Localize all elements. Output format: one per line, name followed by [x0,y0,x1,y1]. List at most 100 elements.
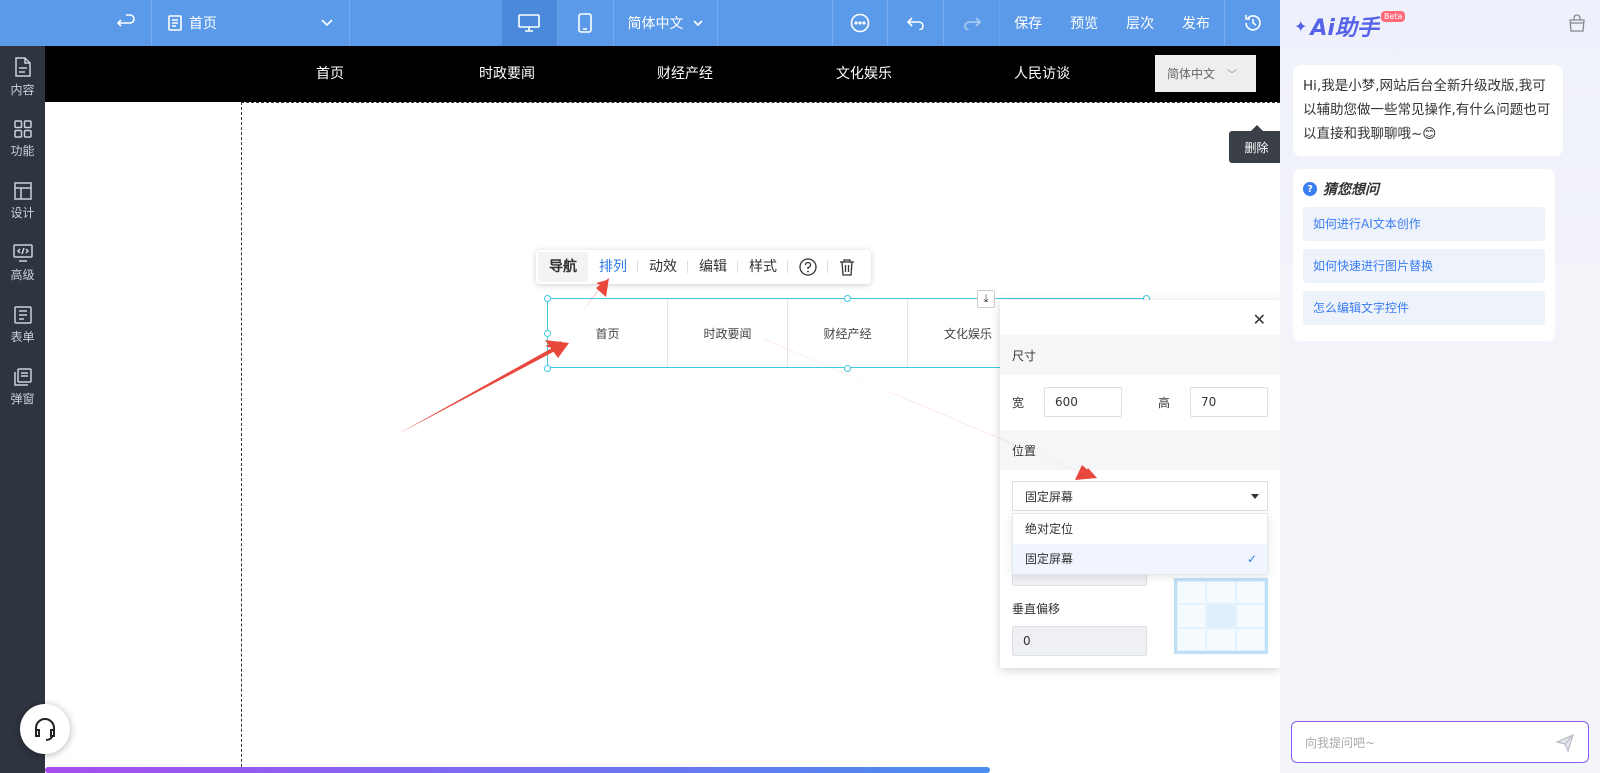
sidebar-item-label: 内容 [10,82,35,97]
desktop-icon [518,14,540,32]
page-selector-label: 首页 [188,16,217,32]
progress-bar [45,767,990,773]
save-button[interactable]: 保存 [1000,0,1056,46]
mobile-view-button[interactable] [558,0,614,46]
send-icon[interactable] [1556,734,1574,752]
download-icon[interactable]: ⤓ [977,290,995,308]
width-input[interactable]: 600 [1044,387,1122,417]
site-nav-item[interactable]: 人民访谈 [1014,46,1070,102]
sidebar-item-label: 设计 [10,205,35,220]
anchor-cell[interactable] [1177,581,1207,605]
tab-arrange[interactable]: 排列 [588,257,638,277]
history-icon [1244,15,1261,31]
ai-assistant-panel: ✦ Ai助手 Beta Hi,我是小梦,网站后台全新升级改版,我可以辅助您做一些… [1280,0,1600,773]
position-section-title: 位置 [1000,430,1280,470]
anchor-cell[interactable] [1206,581,1236,605]
anchor-cell[interactable] [1235,581,1265,605]
language-label: 简体中文 [627,16,684,32]
anchor-cell[interactable] [1177,627,1207,651]
component-toolbar: 导航 排列 动效 编辑 样式 [536,250,871,284]
suggested-question[interactable]: 如何快速进行图片替换 [1303,249,1545,283]
resize-handle[interactable] [844,365,851,372]
layers-button[interactable]: 层次 [1112,0,1168,46]
gift-bag-icon[interactable] [1568,14,1586,36]
width-label: 宽 [1012,396,1025,410]
language-selector[interactable]: 简体中文 [614,0,719,46]
customer-service-button[interactable] [20,704,70,754]
delete-button[interactable] [828,257,866,277]
vertical-offset-input[interactable]: 0 [1012,626,1147,656]
resize-handle[interactable] [544,330,551,337]
page-icon [168,15,182,31]
more-button[interactable] [832,0,889,46]
check-icon: ✓ [1246,552,1257,566]
suggested-question[interactable]: 怎么编辑文字控件 [1303,291,1545,325]
resize-handle[interactable] [544,295,551,302]
undo-button[interactable] [888,0,945,46]
undo-icon [906,17,924,30]
sidebar-item-label: 功能 [10,143,35,158]
height-label: 高 [1158,396,1171,410]
anchor-cell[interactable] [1206,604,1236,628]
help-icon [799,258,817,276]
sidebar-item-popup[interactable]: 弹窗 [0,356,45,418]
delete-tooltip[interactable]: 删除 [1229,125,1284,163]
site-nav-item[interactable]: 首页 [316,46,344,102]
tab-animation[interactable]: 动效 [638,257,688,277]
close-icon[interactable]: ✕ [1253,310,1266,329]
resize-handle[interactable] [844,295,851,302]
desktop-view-button[interactable] [501,0,558,46]
sidebar-item-design[interactable]: 设计 [0,170,45,232]
option-absolute[interactable]: 绝对定位 [1013,514,1267,544]
ai-logo-text: Ai助手 [1310,16,1379,41]
form-icon [13,305,32,324]
back-button[interactable] [0,0,152,46]
arrange-properties-panel: ✕ 尺寸 宽 600 高 70 位置 固定屏幕 0 垂直偏移 0 绝对定位 固定… [1000,300,1280,668]
site-nav-item[interactable]: 文化娱乐 [836,46,892,102]
redo-button[interactable] [944,0,1001,46]
help-button[interactable] [788,257,828,277]
tab-edit[interactable]: 编辑 [688,257,738,277]
question-icon: ? [1303,182,1317,196]
site-navigation-bar[interactable]: 首页 时政要闻 财经产经 文化娱乐 人民访谈 简体中文 ﹀ [45,46,1280,102]
caret-down-icon [1251,494,1259,499]
option-fixed-screen[interactable]: 固定屏幕 ✓ [1013,544,1267,574]
tab-style[interactable]: 样式 [738,257,788,277]
anchor-cell[interactable] [1177,604,1207,628]
site-nav-item[interactable]: 财经产经 [657,46,713,102]
code-monitor-icon [12,243,33,262]
publish-button[interactable]: 发布 [1168,0,1224,46]
resize-handle[interactable] [544,365,551,372]
page-selector[interactable]: 首页 [152,0,350,46]
history-button[interactable] [1224,0,1280,46]
position-mode-select[interactable]: 固定屏幕 [1012,481,1268,511]
popup-icon [13,367,32,386]
size-section-title: 尺寸 [1000,335,1280,375]
sidebar-item-form[interactable]: 表单 [0,294,45,356]
more-icon [851,13,870,33]
option-label: 固定屏幕 [1025,552,1074,566]
component-nav-cell: 时政要闻 [668,299,788,367]
site-nav-item[interactable]: 时政要闻 [479,46,535,102]
sidebar-item-features[interactable]: 功能 [0,108,45,170]
redo-icon [963,17,981,30]
trash-icon [840,259,854,276]
site-language-selector[interactable]: 简体中文 ﹀ [1155,55,1256,92]
left-sidebar: 内容 功能 设计 高级 表单 弹窗 [0,46,45,773]
sidebar-item-advanced[interactable]: 高级 [0,232,45,294]
anchor-position-grid[interactable] [1174,578,1268,654]
suggested-question[interactable]: 如何进行AI文本创作 [1303,207,1545,241]
sidebar-item-content[interactable]: 内容 [0,46,45,108]
sidebar-item-label: 弹窗 [10,391,35,406]
preview-button[interactable]: 预览 [1056,0,1112,46]
site-language-label: 简体中文 [1167,67,1216,81]
tab-navigation[interactable]: 导航 [538,252,588,282]
apps-grid-icon [13,119,32,138]
height-input[interactable]: 70 [1190,387,1268,417]
anchor-cell[interactable] [1235,604,1265,628]
anchor-cell[interactable] [1206,627,1236,651]
component-nav-cell: 财经产经 [788,299,908,367]
ask-input[interactable]: 向我提问吧~ [1291,721,1589,763]
anchor-cell[interactable] [1235,627,1265,651]
